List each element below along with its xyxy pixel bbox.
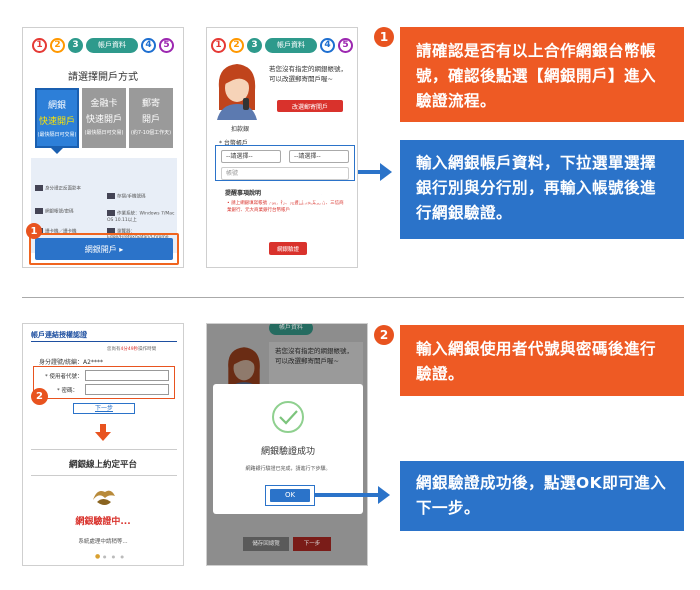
password-label: * 密碼： [57, 388, 78, 394]
arrow-shaft [100, 424, 106, 432]
step-2: 2 [50, 37, 65, 53]
user-id-label: * 使用者代號： [45, 374, 83, 380]
save-overview-button[interactable]: 儲存回總覽 [243, 537, 289, 551]
notes-title: 提醒事項說明 [225, 190, 262, 197]
option-note: (約7-10個工作天) [130, 130, 172, 136]
step-indicator: 1 2 3 帳戶資料 4 5 [23, 34, 183, 56]
screen-auth-login: 帳戶連結授權認證 您尚有4分49秒操作時間 身分證號/統編：A2**** * 使… [22, 323, 184, 566]
step-3: 3 [68, 37, 83, 53]
next-step-link[interactable]: 下一步 [73, 403, 135, 414]
password-input[interactable] [85, 384, 169, 395]
dim-speech: 若您沒有指定的網銀帳號，可以改選郵寄開戶喔~ [275, 347, 353, 365]
timer-label: 您尚有 [107, 347, 121, 352]
processing-text: 系統處理中請稍等... [78, 539, 128, 545]
callout-input: 輸入網銀帳戶資料，下拉選單選擇銀行別與分行別，再輸入帳號後進行網銀驗證。 [400, 140, 684, 239]
screen-account-input: 1 2 3 帳戶資料 4 5 若您沒有指定的網銀帳號，可以改選郵寄開戶喔~ 改選… [206, 27, 358, 268]
step-4: 4 [141, 37, 156, 53]
option-note: (最快隔日可交易) [84, 130, 124, 136]
arrow-right-icon [380, 163, 392, 181]
platform-line [31, 475, 177, 476]
modal-message: 網路銀行驗證已完成，請進行下步驟。 [245, 466, 331, 472]
arrow-shaft [314, 493, 380, 497]
prep-text: 存摺/手機號碼 [117, 194, 146, 200]
method-option-card[interactable]: 金融卡 快速開戶 (最快隔日可交易) [82, 88, 126, 148]
netbank-open-button[interactable]: 網銀開戶 ▸ [35, 238, 173, 260]
dim-step-label: 帳戶資料 [269, 324, 314, 335]
modal-title: 網銀驗證成功 [260, 447, 315, 457]
assistant-speech: 若您沒有指定的網銀帳號，可以改選郵寄開戶喔~ [269, 65, 347, 83]
verifying-text: 網銀驗證中... [75, 517, 131, 527]
user-id-input[interactable] [85, 370, 169, 381]
prep-text: 身分證正反面影本 [45, 186, 81, 192]
step-5: 5 [159, 37, 174, 53]
step-badge-2: 2 [31, 388, 48, 405]
check-circle-icon [272, 401, 304, 433]
prep-text: 網銀帳號/密碼 [45, 209, 74, 215]
callout-badge-2: 2 [374, 325, 394, 345]
platform-title: 網銀線上約定平台 [68, 460, 137, 470]
step-2: 2 [229, 37, 244, 53]
prep-item-netbank: 網銀帳號/密碼 [35, 208, 105, 215]
timer-value: 4分49秒 [120, 347, 139, 352]
selected-pointer [51, 148, 63, 154]
step-indicator: 1 2 3 帳戶資料 4 5 [207, 34, 357, 56]
arrow-down-icon [95, 432, 111, 441]
bank-overlay-label: 銀行 [258, 124, 292, 144]
id-label: 身分證號/統編：A2**** [39, 359, 103, 366]
method-option-mail[interactable]: 郵寄 開戶 (約7-10個工作天) [129, 88, 173, 148]
auth-title: 帳戶連結授權認證 [31, 331, 87, 339]
option-sub: 快速開戶 [38, 117, 75, 127]
callout-confirm: 請確認是否有以上合作網銀台幣帳號，確認後點選【網銀開戶】進入驗證流程。 [400, 27, 684, 122]
account-input[interactable]: 帳號 [221, 167, 349, 180]
account-overlay-label: 台幣帳號 [264, 186, 330, 206]
screen-choose-method: 1 2 3 帳戶資料 4 5 請選擇開戶方式 網銀 快速開戶 (最快隔日可交易)… [22, 27, 184, 268]
step-3: 3 [247, 37, 262, 53]
callout-login: 輸入網銀使用者代號與密碼後進行驗證。 [400, 325, 684, 396]
prep-item-id: 身分證正反面影本 [35, 185, 105, 193]
option-sub: 快速開戶 [85, 115, 122, 125]
loading-dots-2: ● ● ● [103, 554, 127, 559]
step-badge-1: 1 [26, 223, 42, 239]
screen-verify-success: 帳戶資料 若您沒有指定的網銀帳號，可以改選郵寄開戶喔~ 網銀驗證成功 網路銀行驗… [206, 323, 368, 566]
assistant-avatar-icon [217, 64, 257, 120]
step-4: 4 [320, 37, 335, 53]
step-1: 1 [32, 37, 47, 53]
step-label: 帳戶資料 [86, 37, 138, 53]
step-5: 5 [338, 37, 353, 53]
step-1: 1 [211, 37, 226, 53]
branch-select[interactable]: --請選擇-- [289, 150, 349, 163]
bank-select[interactable]: --請選擇-- [221, 150, 281, 163]
option-title: 金融卡 [90, 99, 118, 109]
option-sub: 開戶 [141, 115, 160, 125]
switch-to-mail-button[interactable]: 改選郵寄開戶 [277, 100, 343, 112]
arrow-right-icon [378, 486, 390, 504]
timer-suffix: 操作時間 [138, 347, 157, 352]
title-underline [31, 341, 177, 342]
branch-overlay-label: 分行 [319, 124, 353, 144]
netbank-verify-button[interactable]: 網銀驗證 [269, 242, 307, 255]
next-button[interactable]: 下一步 [293, 537, 331, 551]
loading-logo-icon [93, 490, 115, 505]
timer-text: 您尚有4分49秒操作時間 [107, 346, 156, 352]
arrow-shaft [358, 170, 382, 174]
method-option-netbank[interactable]: 網銀 快速開戶 (最快隔日可交易) [35, 88, 79, 148]
prep-item-os: 作業系統：Windows 7/Mac OS 10.11以上 [107, 210, 175, 223]
option-title: 網銀 [47, 101, 66, 111]
debit-tab[interactable]: 扣款銀 [231, 124, 249, 133]
ok-button[interactable]: OK [270, 489, 310, 502]
prep-item-book: 存摺/手機號碼 [107, 193, 175, 200]
option-title: 郵寄 [141, 99, 160, 109]
step-label: 帳戶資料 [265, 37, 317, 53]
callout-badge-1: 1 [374, 27, 394, 47]
option-note: (最快隔日可交易) [37, 132, 77, 138]
platform-divider [31, 449, 177, 450]
callout-success: 網銀驗證成功後，點選OK即可進入下一步。 [400, 461, 684, 531]
prep-text: 作業系統：Windows 7/Mac OS 10.11以上 [107, 211, 175, 223]
page-title: 請選擇開戶方式 [68, 72, 138, 83]
section-divider [22, 297, 684, 298]
loading-dots: ● [95, 553, 103, 560]
